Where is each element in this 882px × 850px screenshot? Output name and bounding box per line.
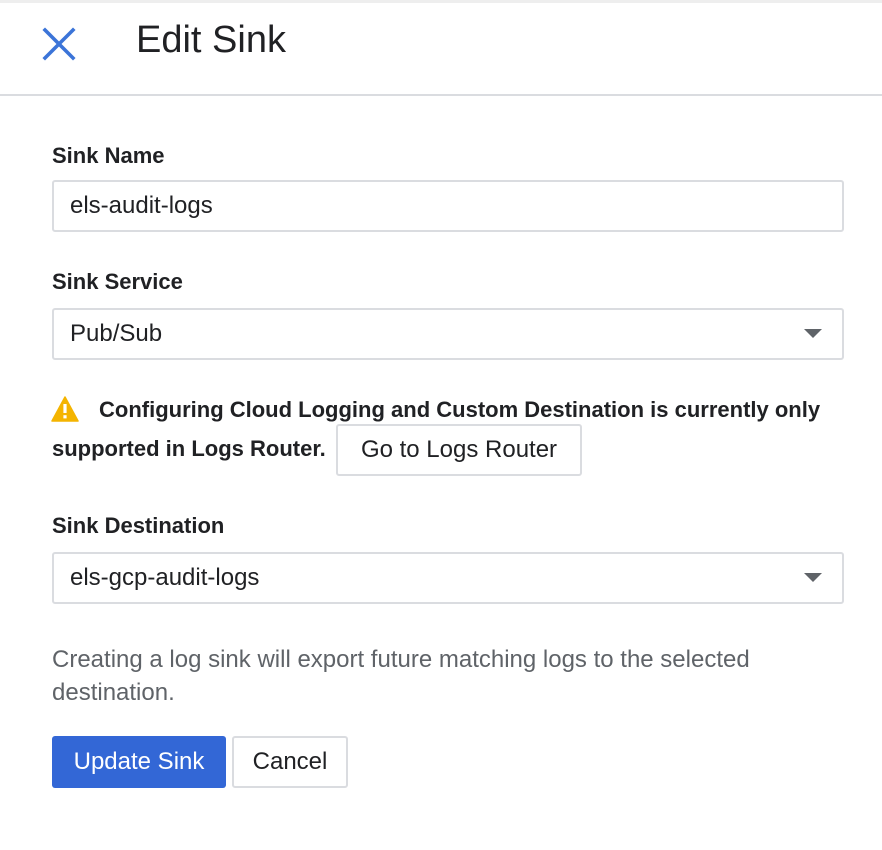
sink-name-label: Sink Name bbox=[52, 143, 165, 168]
sink-name-field-container bbox=[52, 180, 844, 232]
sink-name-input[interactable] bbox=[54, 182, 842, 230]
close-button[interactable] bbox=[36, 24, 84, 64]
sink-destination-label: Sink Destination bbox=[52, 513, 225, 538]
go-to-logs-router-button[interactable]: Go to Logs Router bbox=[336, 424, 582, 476]
sink-service-select[interactable]: Pub/Sub bbox=[52, 308, 844, 360]
cancel-button[interactable]: Cancel bbox=[232, 736, 348, 788]
chevron-down-icon bbox=[804, 329, 822, 338]
sink-service-selected-value: Pub/Sub bbox=[70, 320, 163, 347]
sink-destination-selected-value: els-gcp-audit-logs bbox=[70, 564, 260, 591]
chevron-down-icon bbox=[804, 573, 822, 582]
page-title: Edit Sink bbox=[136, 19, 286, 61]
close-icon bbox=[42, 27, 76, 61]
warning-text-line1: Configuring Cloud Logging and Custom Des… bbox=[99, 397, 821, 422]
info-text: Creating a log sink will export future m… bbox=[52, 646, 750, 706]
sink-destination-select[interactable]: els-gcp-audit-logs bbox=[52, 552, 844, 604]
warning-icon bbox=[51, 396, 79, 422]
sink-service-label: Sink Service bbox=[52, 269, 183, 294]
warning-text-line2: supported in Logs Router. bbox=[52, 436, 326, 461]
update-sink-button[interactable]: Update Sink bbox=[52, 736, 226, 788]
dialog-header: Edit Sink bbox=[0, 0, 882, 96]
